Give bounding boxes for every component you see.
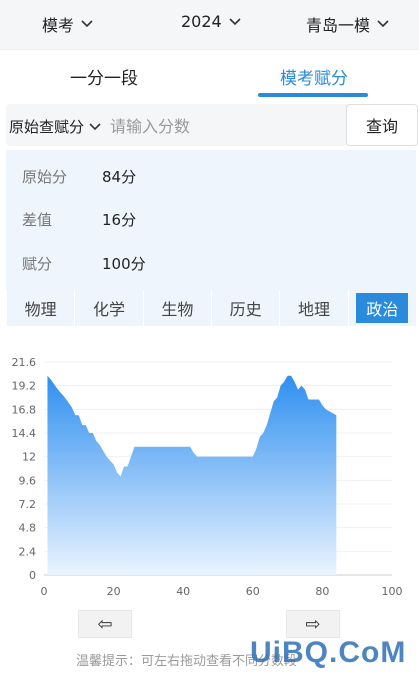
- y-tick-label: 4.8: [19, 522, 37, 535]
- x-tick-label: 100: [382, 585, 403, 598]
- subject-label: 物理: [24, 300, 57, 319]
- y-tick-label: 14.4: [12, 427, 37, 440]
- assigned-score-value: 100分: [102, 255, 146, 273]
- x-tick-label: 60: [246, 585, 260, 598]
- y-tick-label: 19.2: [12, 380, 37, 393]
- year-dropdown[interactable]: 2024: [181, 12, 242, 31]
- type-dropdown-label: 模考: [42, 16, 75, 35]
- x-tick-label: 40: [176, 585, 190, 598]
- watermark: UiBQ.CoM: [250, 636, 407, 669]
- assigned-score-label: 赋分: [22, 255, 53, 273]
- y-tick-label: 0: [29, 569, 36, 582]
- next-button[interactable]: ⇨: [286, 610, 340, 638]
- arrow-left-icon: ⇦: [97, 613, 113, 635]
- score-chart[interactable]: 0 2.4 4.8 7.2 9.6 12 14.4 16.8 19.2 21.6 0 20 40 60 8…: [0, 346, 419, 606]
- subject-chemistry[interactable]: 化学: [74, 290, 142, 326]
- y-tick-label: 7.2: [19, 498, 37, 511]
- subject-label: 政治: [356, 293, 409, 323]
- year-dropdown-label: 2024: [181, 12, 222, 31]
- arrow-right-icon: ⇨: [305, 613, 321, 635]
- tab-mock-assign[interactable]: 模考赋分: [280, 64, 348, 89]
- filter-bar: 模考 2024 青岛一模: [0, 0, 419, 50]
- x-tick-label: 0: [41, 585, 48, 598]
- subject-label: 地理: [297, 300, 330, 319]
- subject-history[interactable]: 历史: [210, 290, 279, 326]
- tab-score-segment[interactable]: 一分一段: [70, 64, 138, 89]
- diff-label: 差值: [22, 211, 53, 229]
- x-tick-label: 20: [107, 585, 121, 598]
- y-tick-label: 9.6: [19, 474, 37, 487]
- score-input[interactable]: [110, 113, 340, 139]
- subject-tabs: 物理 化学 生物 历史 地理 政治: [6, 290, 416, 326]
- area-series: [47, 375, 337, 575]
- y-tick-label: 21.6: [12, 356, 37, 369]
- subject-physics[interactable]: 物理: [6, 290, 74, 326]
- search-row: 原始查赋分 查询: [6, 104, 418, 146]
- raw-score-label: 原始分: [22, 168, 68, 186]
- y-tick-label: 2.4: [19, 545, 37, 558]
- diff-value: 16分: [102, 211, 137, 229]
- prev-button[interactable]: ⇦: [78, 610, 132, 638]
- exam-dropdown-label: 青岛一模: [306, 16, 371, 35]
- type-dropdown[interactable]: 模考: [42, 12, 94, 36]
- y-tick-label: 12: [22, 451, 36, 464]
- subject-geography[interactable]: 地理: [279, 290, 347, 326]
- raw-score-value: 84分: [102, 168, 137, 186]
- chevron-down-icon: [377, 20, 389, 28]
- result-panel: 原始分 84分 差值 16分 赋分 100分 物理 化学 生物 历史 地理 政治: [6, 150, 416, 326]
- active-tab-indicator: [258, 93, 368, 97]
- chevron-down-icon: [81, 20, 93, 28]
- subject-biology[interactable]: 生物: [142, 290, 211, 326]
- subject-label: 历史: [229, 300, 262, 319]
- x-tick-label: 80: [315, 585, 329, 598]
- search-mode-label: 原始查赋分: [9, 118, 85, 136]
- subject-label: 生物: [161, 300, 194, 319]
- tab-bar: 一分一段 模考赋分: [0, 50, 419, 98]
- chevron-down-icon: [89, 122, 101, 130]
- subject-label: 化学: [92, 300, 125, 319]
- search-mode-dropdown[interactable]: 原始查赋分: [9, 116, 102, 137]
- area-chart: 0 2.4 4.8 7.2 9.6 12 14.4 16.8 19.2 21.6 0 20 40 60 8…: [12, 356, 403, 598]
- subject-politics[interactable]: 政治: [347, 290, 416, 326]
- exam-dropdown[interactable]: 青岛一模: [306, 12, 390, 36]
- chevron-down-icon: [229, 17, 241, 25]
- y-tick-label: 16.8: [12, 403, 37, 416]
- query-button[interactable]: 查询: [346, 104, 418, 146]
